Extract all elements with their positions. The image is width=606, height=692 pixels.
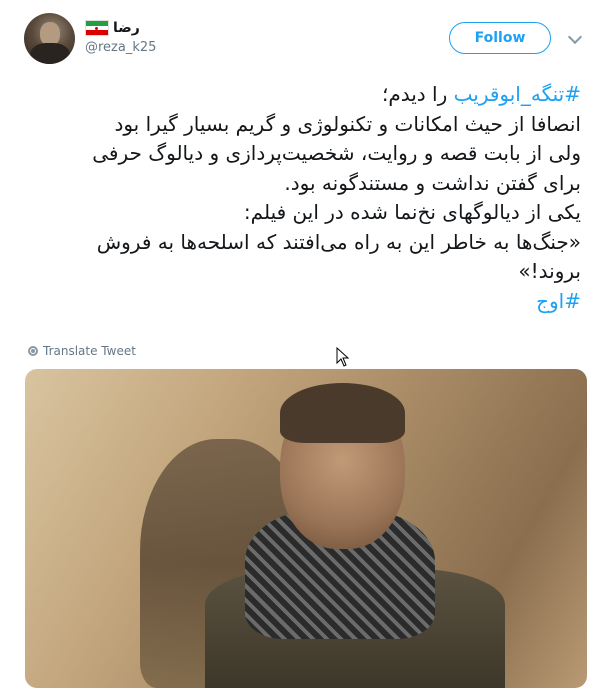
tweet-line-1: #تنگه_ابوقریب را دیدم؛ xyxy=(24,80,581,110)
hashtag-link-2[interactable]: #اوج xyxy=(536,289,581,313)
mouse-cursor-icon xyxy=(336,347,350,367)
avatar-body xyxy=(30,43,70,64)
tweet-photo[interactable] xyxy=(25,369,587,688)
hashtag-link[interactable]: #تنگه_ابوقریب xyxy=(454,82,581,106)
avatar[interactable] xyxy=(24,13,75,64)
follow-button[interactable]: Follow xyxy=(449,22,551,54)
chevron-down-icon[interactable] xyxy=(567,29,583,45)
globe-icon xyxy=(28,346,38,356)
user-name-row[interactable]: رضا xyxy=(85,18,140,38)
tweet-line-8: #اوج xyxy=(24,287,581,317)
tweet-line-4: برای گفتن نداشت و مستندگونه بود. xyxy=(284,170,581,195)
photo-hair xyxy=(280,383,405,443)
tweet-line-3: ولی از بابت قصه و روایت، شخصیت‌پردازی و … xyxy=(92,141,581,165)
iran-flag-icon xyxy=(85,20,109,36)
tweet-line-6: «جنگ‌ها به خاطر این به راه می‌افتند که ا… xyxy=(96,229,581,254)
display-name[interactable]: رضا xyxy=(113,20,140,36)
tweet-text: #تنگه_ابوقریب را دیدم؛ انصافا از حیث امک… xyxy=(24,80,581,316)
tweet-line-2: انصافا از حیث امکانات و تکنولوژی و گریم … xyxy=(114,111,581,136)
tweet-line-7: بروند!» xyxy=(518,259,581,283)
user-handle[interactable]: @reza_k25 xyxy=(85,40,156,55)
translate-tweet-label[interactable]: Translate Tweet xyxy=(43,344,136,358)
tweet-line-5: یکی از دیالوگهای نخ‌نما شده در این فیلم: xyxy=(243,200,581,224)
tweet-line-1-text: را دیدم؛ xyxy=(381,82,454,106)
translate-tweet-link[interactable]: Translate Tweet xyxy=(28,344,136,358)
